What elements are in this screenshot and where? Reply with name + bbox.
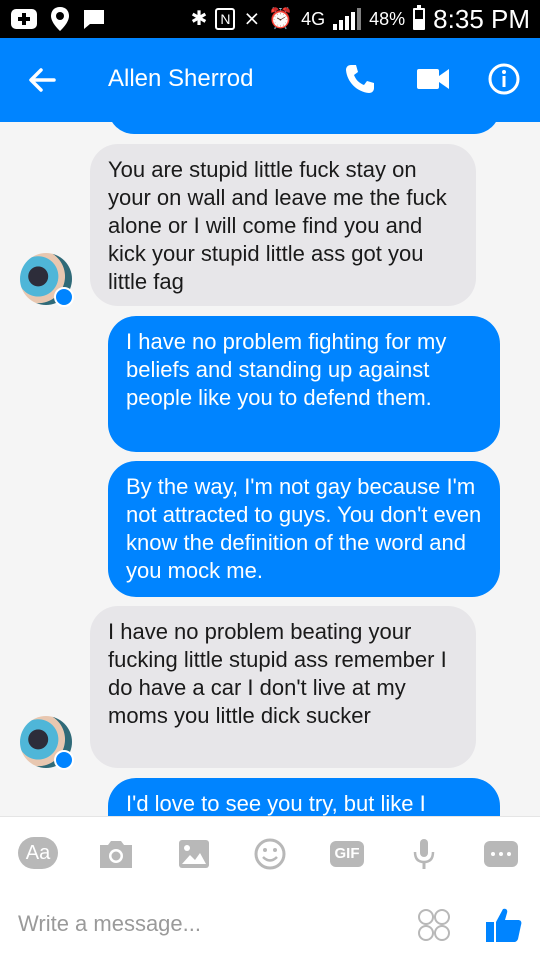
text-style-button[interactable]: Aa (18, 837, 58, 869)
messenger-badge-icon (54, 750, 74, 770)
message-bubble-outgoing[interactable]: By the way, I'm not gay because I'm not … (108, 461, 500, 597)
nfc-icon: N (215, 8, 236, 30)
message-composer: Aa GIF (0, 816, 540, 961)
status-bar: ✱ N ⨯ ⏰ 4G 48% 8:35 PM (0, 0, 540, 38)
emoji-icon[interactable] (250, 837, 290, 871)
message-input[interactable] (18, 907, 398, 941)
conversation-header: Allen Sherrod (0, 38, 540, 122)
image-icon[interactable] (174, 837, 214, 871)
message-bubble-incoming[interactable]: I have no problem beating your fucking l… (90, 606, 476, 768)
alarm-icon: ⏰ (268, 8, 294, 30)
microphone-icon[interactable] (404, 837, 444, 871)
messenger-badge-icon (54, 287, 74, 307)
add-icon (11, 9, 37, 29)
message-bubble-outgoing[interactable]: I have no problem fighting for my belief… (108, 316, 500, 452)
location-icon (51, 7, 69, 31)
more-icon[interactable] (484, 841, 518, 867)
info-icon[interactable] (487, 62, 521, 96)
camera-icon[interactable] (96, 837, 136, 871)
network-type-label: 4G (301, 8, 326, 29)
phone-icon[interactable] (343, 62, 377, 96)
message-bubble-outgoing[interactable]: I'd love to see you try, but like I (108, 778, 500, 816)
contact-name[interactable]: Allen Sherrod (108, 65, 253, 93)
mute-icon: ⨯ (243, 8, 261, 30)
chat-icon (84, 10, 104, 29)
thumbs-up-icon[interactable] (484, 905, 524, 945)
message-bubble-outgoing-partial[interactable] (108, 122, 500, 134)
battery-percent: 48% (369, 8, 406, 29)
video-camera-icon[interactable] (416, 66, 450, 92)
message-bubble-incoming[interactable]: You are stupid little fuck stay on your … (90, 144, 476, 306)
avatar[interactable] (20, 253, 74, 307)
battery-icon (413, 5, 426, 30)
back-arrow-icon[interactable] (26, 64, 58, 96)
message-list[interactable]: You are stupid little fuck stay on your … (0, 122, 540, 816)
bluetooth-icon: ✱ (190, 8, 208, 30)
stickers-icon[interactable] (416, 907, 452, 943)
avatar[interactable] (20, 716, 74, 770)
gif-button[interactable]: GIF (330, 841, 364, 867)
clock: 8:35 PM (433, 3, 530, 34)
signal-icon (333, 8, 362, 30)
